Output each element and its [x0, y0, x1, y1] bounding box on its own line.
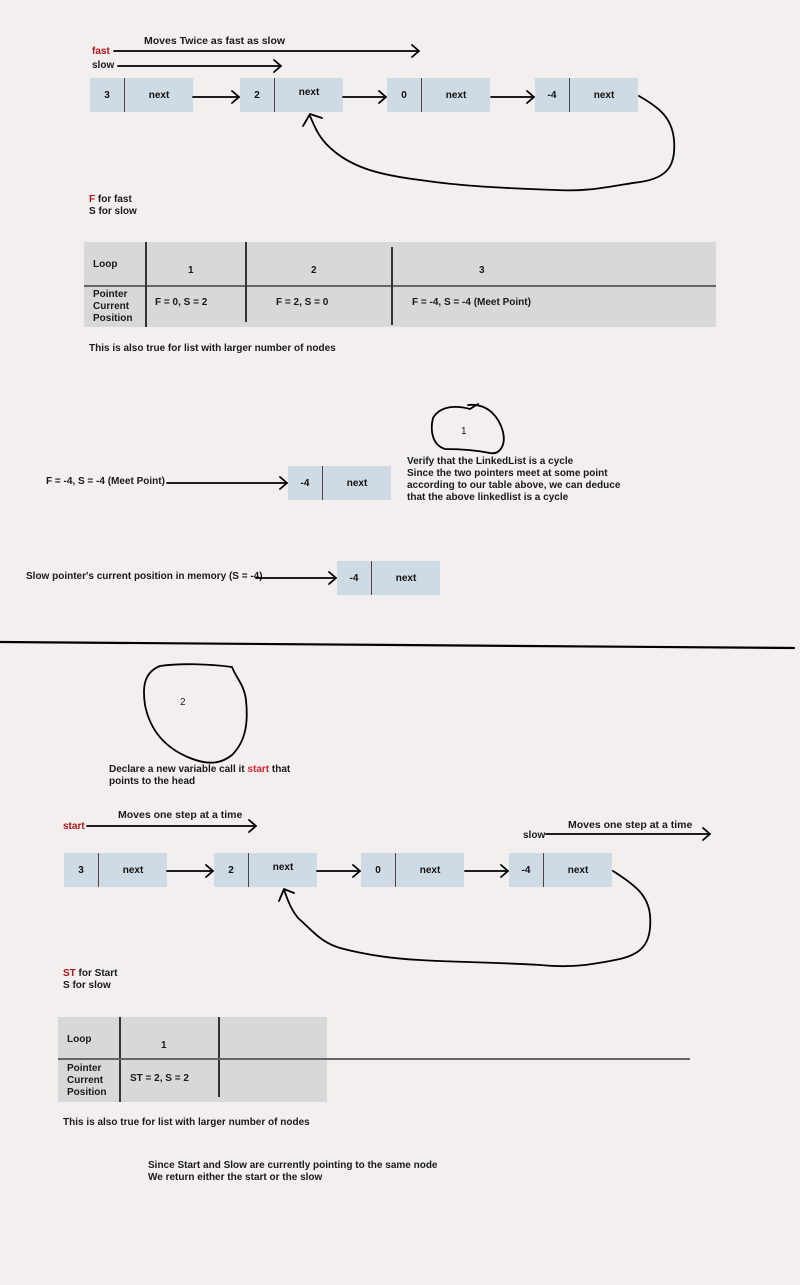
row-header-position: Pointer Current Position [93, 289, 133, 324]
node-value: -4 [535, 78, 570, 112]
loop-table: Loop 1 2 3 Pointer Current Position F = … [84, 242, 716, 327]
legend-slow: S for slow [89, 206, 137, 217]
node-value: -4 [509, 853, 544, 887]
table-cell: F = 0, S = 2 [155, 297, 208, 308]
table-cell: F = 2, S = 0 [276, 297, 329, 308]
table-divider [391, 247, 393, 325]
node-next: next [567, 864, 589, 876]
slow-pointer-caption: Moves one step at a time [568, 819, 693, 831]
slow-position-arrow [255, 571, 337, 585]
row-header-loop: Loop [93, 259, 118, 270]
list-node: 3 next [90, 78, 193, 112]
conclusion-text: Since Start and Slow are currently point… [148, 1160, 438, 1183]
slow-node: -4 next [337, 561, 440, 595]
list-node: 0 next [387, 78, 490, 112]
list-node: 3 next [64, 853, 167, 887]
start-pointer-arrow [86, 819, 257, 833]
list-node: -4 next [535, 78, 638, 112]
node-next: next [122, 864, 144, 876]
next-arrow [192, 90, 240, 104]
legend-slow: S for slow [63, 980, 111, 991]
list-node: 2 next [214, 853, 317, 887]
next-arrow [464, 864, 509, 878]
slow-pointer-arrow [117, 59, 282, 73]
section-divider [0, 640, 796, 650]
node-next: next [395, 572, 417, 584]
meet-node: -4 next [288, 466, 391, 500]
step-badge-number: 2 [180, 697, 186, 708]
declare-start-text: Declare a new variable call it start tha… [109, 764, 291, 787]
cycle-explanation: Verify that the LinkedList is a cycle Si… [407, 456, 621, 503]
column-header: 2 [311, 265, 317, 276]
table-divider [84, 285, 716, 287]
slow-label: slow [523, 830, 546, 841]
note: This is also true for list with larger n… [89, 343, 336, 354]
list-node: -4 next [509, 853, 612, 887]
node-value: -4 [337, 561, 372, 595]
node-next: next [445, 89, 467, 101]
node-value: 2 [240, 78, 275, 112]
node-value: 3 [90, 78, 125, 112]
node-value: -4 [288, 466, 323, 500]
node-value: 0 [387, 78, 422, 112]
column-header: 1 [161, 1040, 167, 1051]
meet-point-label: F = -4, S = -4 (Meet Point) [46, 476, 165, 487]
next-arrow [490, 90, 535, 104]
node-next: next [298, 87, 320, 98]
table-divider [145, 242, 147, 327]
start-label: start [63, 821, 85, 832]
step-badge-outline [143, 663, 248, 764]
node-value: 2 [214, 853, 249, 887]
legend-start: ST for Start [63, 968, 118, 979]
table-cell: ST = 2, S = 2 [130, 1073, 189, 1084]
node-next: next [419, 864, 441, 876]
next-arrow [166, 864, 214, 878]
next-arrow [316, 864, 361, 878]
step-badge-outline [430, 403, 505, 455]
slow-position-label: Slow pointer's current position in memor… [26, 571, 263, 582]
node-next: next [593, 89, 615, 101]
table-divider [218, 1017, 220, 1097]
column-header: 1 [188, 265, 194, 276]
slow-label: slow [92, 60, 115, 71]
node-value: 0 [361, 853, 396, 887]
row-header-position: Pointer Current Position [67, 1063, 107, 1098]
start-pointer-caption: Moves one step at a time [118, 809, 243, 821]
column-header: 3 [479, 265, 485, 276]
list-node: 2 next [240, 78, 343, 112]
next-arrow [342, 90, 387, 104]
table-divider [58, 1058, 690, 1060]
fast-pointer-caption: Moves Twice as fast as slow [144, 35, 286, 47]
node-next: next [346, 477, 368, 489]
row-header-loop: Loop [67, 1034, 92, 1045]
table-divider [245, 242, 247, 322]
list-node: 0 next [361, 853, 464, 887]
meet-point-arrow [166, 476, 288, 490]
fast-label: fast [92, 46, 110, 57]
step-badge-number: 1 [461, 426, 467, 437]
note: This is also true for list with larger n… [63, 1117, 310, 1128]
node-next: next [272, 862, 294, 873]
legend-fast: F for fast [89, 194, 132, 205]
node-next: next [148, 89, 170, 101]
table-cell: F = -4, S = -4 (Meet Point) [412, 297, 531, 308]
node-value: 3 [64, 853, 99, 887]
